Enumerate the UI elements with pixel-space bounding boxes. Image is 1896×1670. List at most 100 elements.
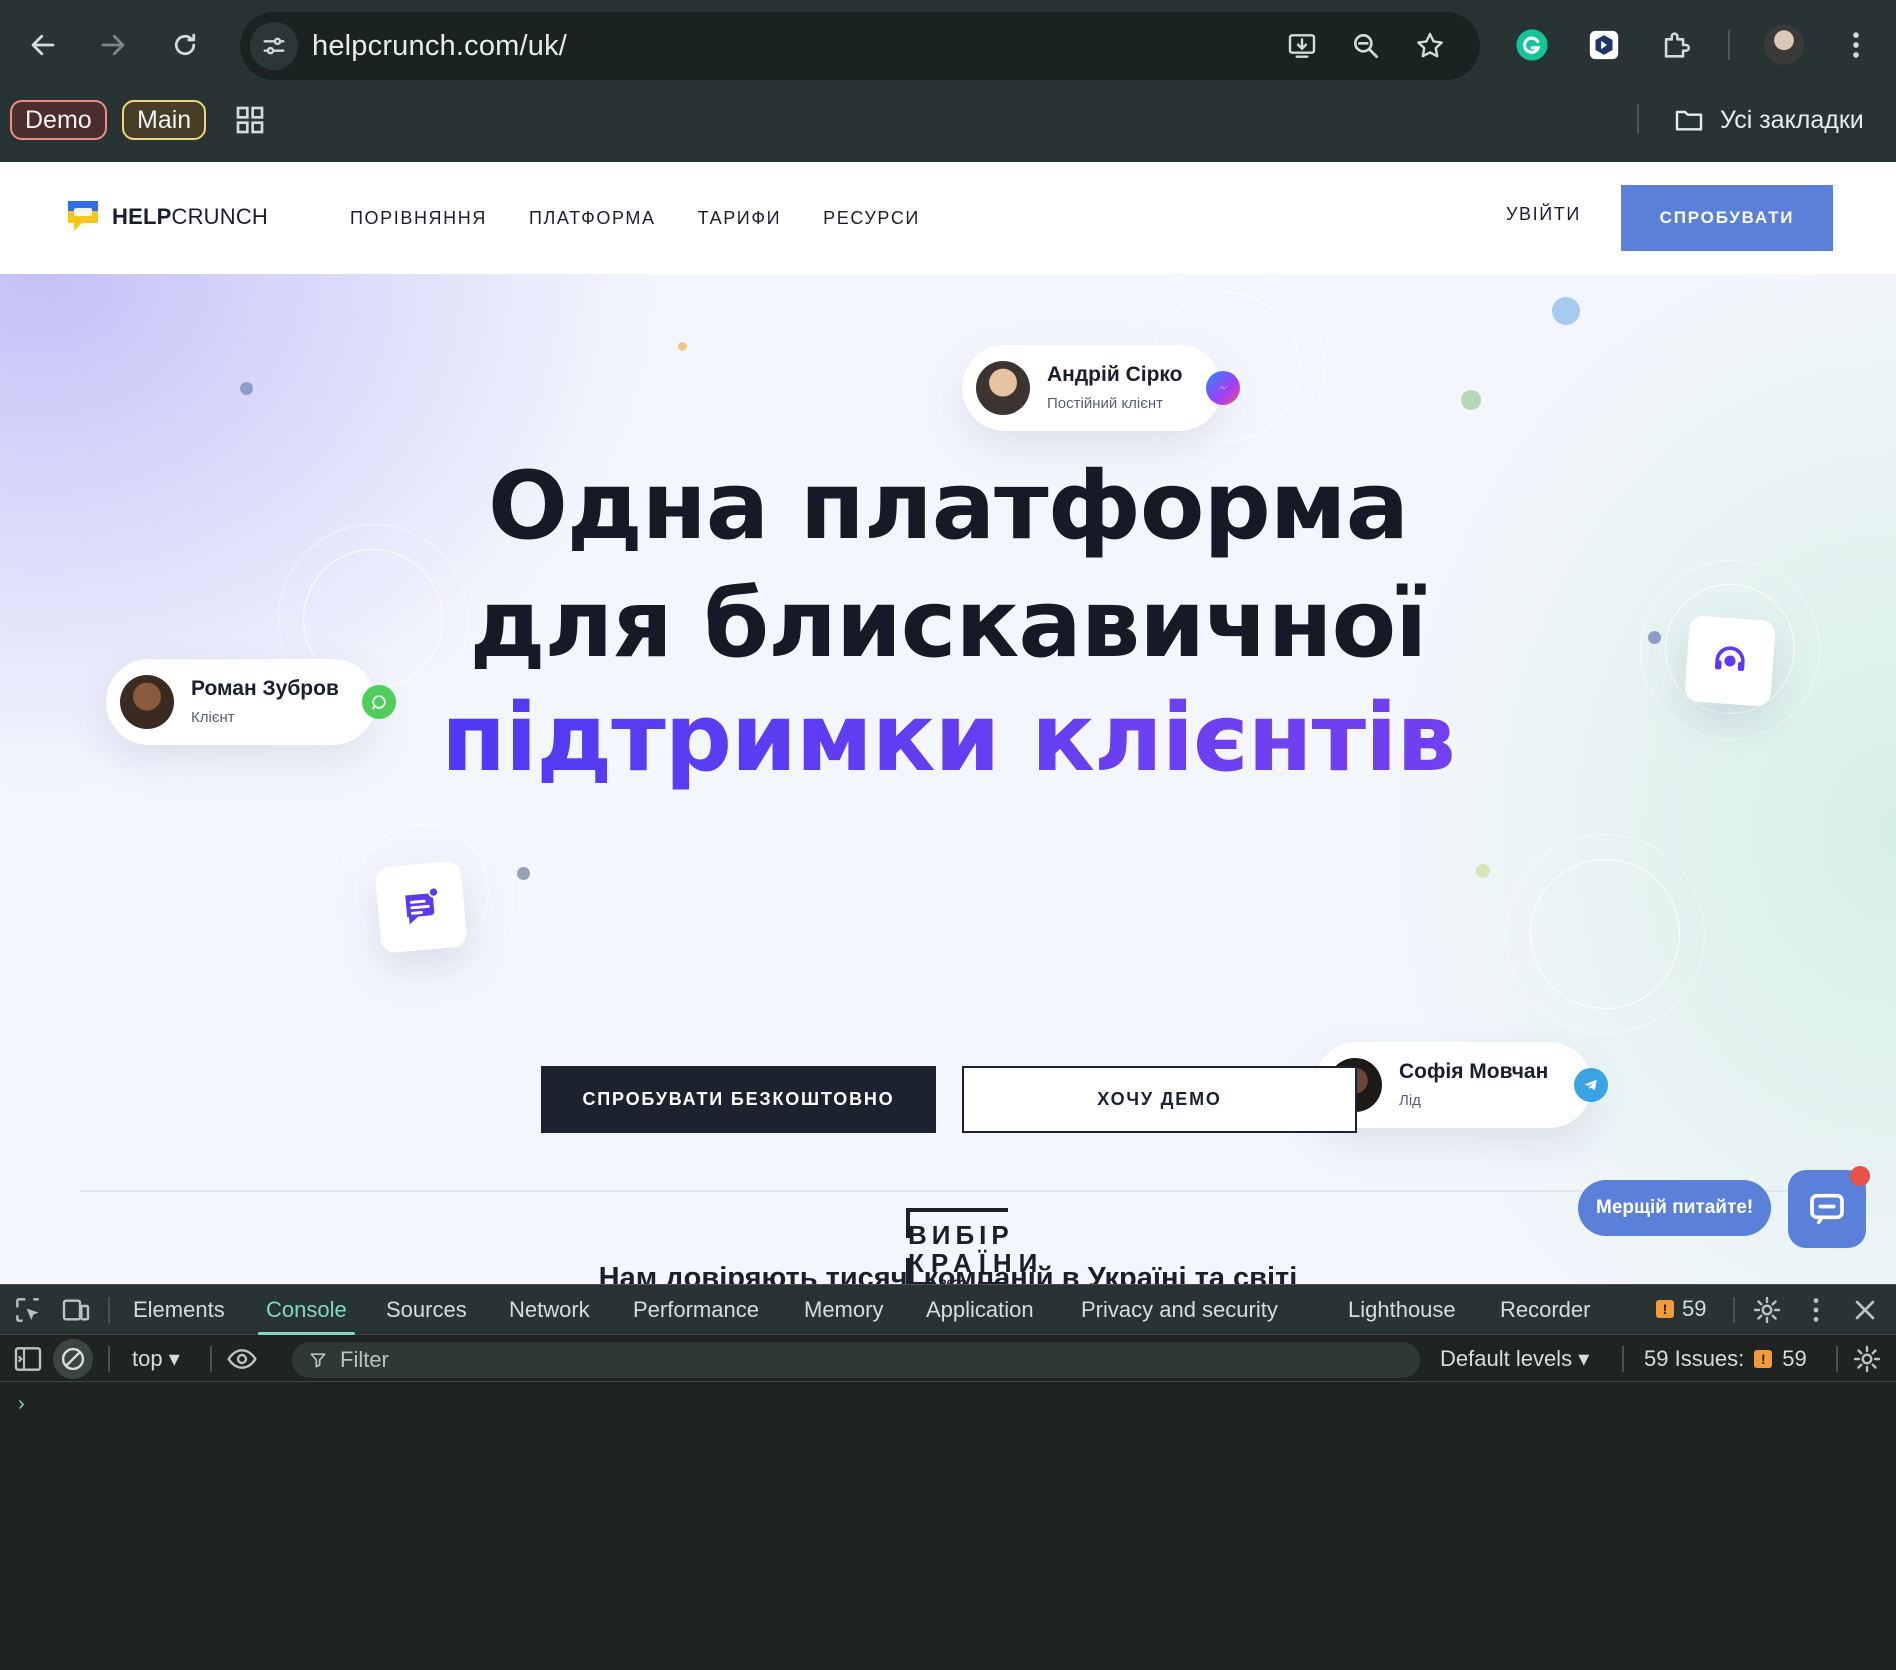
tune-icon [263,37,285,55]
console-settings-icon[interactable] [1851,1343,1883,1375]
arrow-left-icon [31,34,55,56]
apps-grid-icon[interactable] [234,104,266,136]
devtools-separator [1836,1346,1838,1372]
decor-dot [517,867,530,880]
trusted-by-heading: Нам довіряють тисячі компаній в Україні … [598,1262,1298,1284]
filter-placeholder: Filter [340,1347,389,1372]
issues-summary-count: 59 [1782,1346,1807,1371]
devtools-separator [1733,1297,1735,1323]
issues-summary[interactable]: 59 Issues: ! 59 [1644,1336,1807,1382]
tab-sources[interactable]: Sources [386,1285,467,1335]
helpcrunch-logo-icon [68,201,98,231]
hero-headline-line2: для блискавичної [469,570,1428,679]
issues-count: 59 [1682,1296,1707,1321]
customer-role: Постійний клієнт [1047,395,1164,412]
lead-name: Софія Мовчан [1399,1060,1549,1083]
logo-text-regular: CRUNCH [171,204,269,229]
decor-ring [1505,834,1705,1034]
tab-privacy-security[interactable]: Privacy and security [1081,1285,1278,1335]
console-filter-input[interactable]: Filter [292,1342,1420,1378]
logo-text-bold: HELP [112,204,172,229]
login-link[interactable]: УВІЙТИ [1506,204,1581,225]
tab-recorder[interactable]: Recorder [1500,1285,1590,1335]
warning-icon: ! [1754,1350,1773,1368]
more-vertical-icon[interactable] [1800,1294,1832,1326]
grammarly-extension[interactable] [1512,25,1552,65]
all-bookmarks-folder[interactable]: Усі закладки [1672,101,1864,139]
nav-comparison[interactable]: ПОРІВНЯННЯ [350,208,487,229]
customer-name: Андрій Сірко [1047,363,1183,386]
messenger-icon [1206,371,1240,405]
nav-resources[interactable]: РЕСУРСИ [823,208,920,229]
shield-extension[interactable] [1584,25,1624,65]
try-free-button[interactable]: СПРОБУВАТИ БЕЗКОШТОВНО [541,1066,936,1133]
nav-platform[interactable]: ПЛАТФОРМА [529,208,656,229]
tab-application[interactable]: Application [926,1285,1034,1335]
log-levels-dropdown[interactable]: Default levels ▾ [1440,1336,1589,1382]
site-settings-button[interactable] [250,22,298,70]
customer-photo [976,361,1030,415]
decor-dot [1461,390,1481,410]
console-prompt[interactable]: › [18,1393,25,1416]
settings-gear-icon[interactable] [1751,1294,1783,1326]
chat-message-icon [405,886,439,925]
forward-button[interactable] [90,22,136,68]
extensions-button[interactable] [1656,25,1696,65]
install-app-button[interactable] [1284,28,1320,64]
log-levels-label: Default levels [1440,1346,1573,1371]
bookmark-demo[interactable]: Demo [10,100,107,140]
url-text[interactable]: helpcrunch.com/uk/ [312,12,567,80]
decor-dot [678,342,687,351]
clear-console-button[interactable] [53,1339,93,1379]
bookmark-main[interactable]: Main [122,100,207,140]
main-nav: ПОРІВНЯННЯ ПЛАТФОРМА ТАРИФИ РЕСУРСИ [350,162,920,274]
tab-performance[interactable]: Performance [633,1285,759,1335]
profile-avatar[interactable] [1764,25,1804,65]
devtools-separator [108,1346,110,1372]
page-viewport: HELPCRUNCH ПОРІВНЯННЯ ПЛАТФОРМА ТАРИФИ Р… [0,162,1896,1284]
filter-icon [310,1353,326,1368]
chat-widget-icon [1810,1193,1844,1225]
tab-elements[interactable]: Elements [133,1285,225,1335]
block-icon [61,1347,85,1371]
tab-memory[interactable]: Memory [804,1285,883,1335]
context-selector[interactable]: top ▾ [132,1336,180,1382]
issues-counter[interactable]: ! 59 [1656,1296,1706,1322]
tab-console[interactable]: Console [258,1285,355,1335]
section-divider [80,1190,1816,1192]
arrow-right-icon [101,34,125,56]
install-icon [1288,34,1316,58]
toolbar-separator [1728,30,1730,60]
decor-dot [1476,864,1490,878]
bookmarks-separator [1637,104,1639,134]
reload-icon [174,33,196,56]
chat-prompt-bubble[interactable]: Мерщій питайте! [1578,1180,1772,1236]
bookmark-star-button[interactable] [1412,28,1448,64]
sidebar-toggle-icon[interactable] [12,1343,44,1375]
customer-card: Андрій Сірко Постійний клієнт [962,345,1240,431]
inspect-element-icon[interactable] [12,1294,44,1326]
helpcrunch-logo[interactable]: HELPCRUNCH [64,197,268,237]
address-bar[interactable]: helpcrunch.com/uk/ [240,12,1480,80]
demo-request-button[interactable]: ХОЧУ ДЕМО [962,1066,1357,1133]
tab-network[interactable]: Network [509,1285,590,1335]
back-button[interactable] [20,22,66,68]
lead-role: Лід [1399,1092,1421,1109]
devtools-tabbar: Elements Console Sources Network Perform… [0,1285,1896,1335]
eye-icon[interactable] [226,1343,258,1375]
try-button[interactable]: СПРОБУВАТИ [1621,185,1833,251]
reload-button[interactable] [162,22,208,68]
folder-icon [1675,110,1703,131]
award-line1: ВИБІР [908,1220,1014,1250]
devtools-separator [108,1297,110,1323]
chat-tile [374,860,468,954]
tab-lighthouse[interactable]: Lighthouse [1348,1285,1456,1335]
extension-shield-icon [1589,30,1619,60]
close-icon[interactable] [1849,1294,1881,1326]
nav-pricing[interactable]: ТАРИФИ [698,208,782,229]
browser-menu-button[interactable] [1836,25,1876,65]
device-toolbar-icon[interactable] [60,1294,92,1326]
telegram-icon [1574,1068,1608,1102]
puzzle-icon [1664,32,1690,58]
zoom-button[interactable] [1348,28,1384,64]
